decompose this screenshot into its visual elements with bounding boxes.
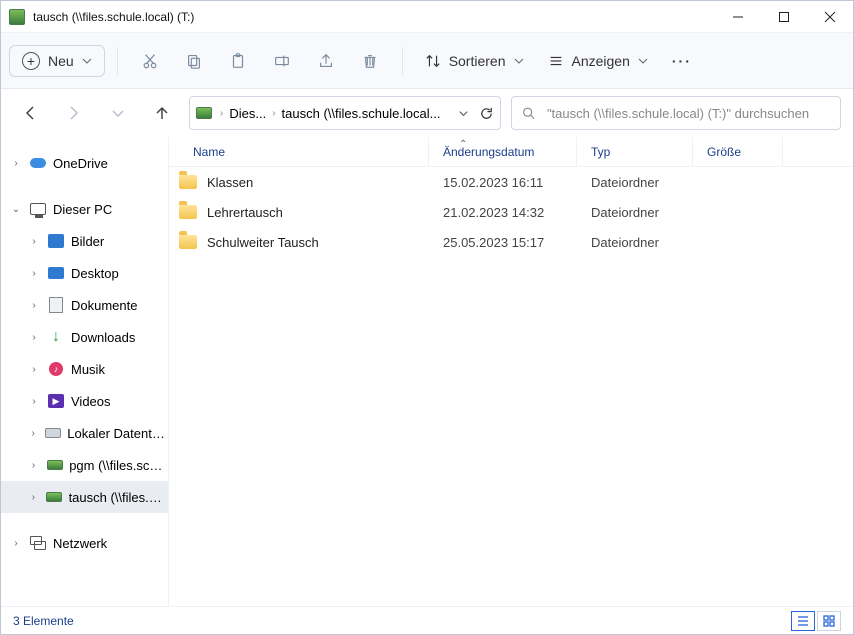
- table-row[interactable]: Lehrertausch 21.02.2023 14:32Dateiordner: [169, 197, 853, 227]
- separator: [402, 47, 403, 75]
- col-size[interactable]: Größe: [693, 137, 783, 166]
- new-label: Neu: [48, 53, 74, 69]
- icons-view-toggle[interactable]: [817, 611, 841, 631]
- more-button[interactable]: ···: [662, 47, 702, 75]
- folder-icon: [179, 205, 197, 219]
- details-view-toggle[interactable]: [791, 611, 815, 631]
- separator: [117, 47, 118, 75]
- col-name[interactable]: Name: [169, 137, 429, 166]
- file-date: 15.02.2023 16:11: [429, 175, 577, 190]
- tree-tausch[interactable]: ›tausch (\\files.schu: [1, 481, 168, 513]
- share-button[interactable]: [306, 43, 346, 79]
- file-name: Klassen: [207, 175, 253, 190]
- search-icon: [522, 106, 535, 120]
- file-content: Name Änderungsdatum Typ Größe ⌃ Klassen 1…: [169, 137, 853, 606]
- paste-button[interactable]: [218, 43, 258, 79]
- minimize-button[interactable]: [715, 1, 761, 33]
- rename-button[interactable]: [262, 43, 302, 79]
- main: ›OneDrive ⌄Dieser PC ›Bilder ›Desktop ›D…: [1, 137, 853, 606]
- chevron-right-icon: ›: [220, 108, 223, 119]
- plus-icon: +: [22, 52, 40, 70]
- tree-localdisk[interactable]: ›Lokaler Datenträger: [1, 417, 168, 449]
- nav-tree: ›OneDrive ⌄Dieser PC ›Bilder ›Desktop ›D…: [1, 137, 169, 606]
- recent-dropdown[interactable]: [101, 96, 135, 130]
- delete-button[interactable]: [350, 43, 390, 79]
- chevron-down-icon: [638, 56, 648, 66]
- forward-button[interactable]: [57, 96, 91, 130]
- file-date: 21.02.2023 14:32: [429, 205, 577, 220]
- sort-indicator-icon: ⌃: [459, 139, 467, 150]
- close-button[interactable]: [807, 1, 853, 33]
- file-date: 25.05.2023 15:17: [429, 235, 577, 250]
- maximize-button[interactable]: [761, 1, 807, 33]
- chevron-down-icon: [82, 56, 92, 66]
- chevron-down-icon[interactable]: [458, 108, 469, 119]
- tree-onedrive[interactable]: ›OneDrive: [1, 147, 168, 179]
- file-name: Schulweiter Tausch: [207, 235, 319, 250]
- tree-videos[interactable]: ›▶Videos: [1, 385, 168, 417]
- address-bar[interactable]: › Dies... › tausch (\\files.schule.local…: [189, 96, 501, 130]
- col-type[interactable]: Typ: [577, 137, 693, 166]
- nav-row: › Dies... › tausch (\\files.schule.local…: [1, 89, 853, 137]
- sort-icon: [425, 53, 441, 69]
- table-row[interactable]: Schulweiter Tausch 25.05.2023 15:17Dateio…: [169, 227, 853, 257]
- tree-documents[interactable]: ›Dokumente: [1, 289, 168, 321]
- view-button[interactable]: Anzeigen: [538, 47, 658, 75]
- new-button[interactable]: + Neu: [9, 45, 105, 77]
- drive-icon: [196, 107, 212, 119]
- window-title: tausch (\\files.schule.local) (T:): [33, 10, 194, 24]
- back-button[interactable]: [13, 96, 47, 130]
- folder-icon: [179, 235, 197, 249]
- up-button[interactable]: [145, 96, 179, 130]
- item-count: 3 Elemente: [13, 614, 74, 628]
- table-row[interactable]: Klassen 15.02.2023 16:11Dateiordner: [169, 167, 853, 197]
- toolbar: + Neu Sortieren Anzeigen ···: [1, 33, 853, 89]
- tree-downloads[interactable]: ›↓Downloads: [1, 321, 168, 353]
- refresh-icon[interactable]: [479, 106, 494, 121]
- status-bar: 3 Elemente: [1, 606, 853, 634]
- search-input[interactable]: [545, 105, 830, 122]
- tree-thispc[interactable]: ⌄Dieser PC: [1, 193, 168, 225]
- tree-pgm[interactable]: ›pgm (\\files.schule: [1, 449, 168, 481]
- file-rows: Klassen15.02.2023 16:11DateiordnerLehrer…: [169, 167, 853, 606]
- file-name: Lehrertausch: [207, 205, 283, 220]
- breadcrumb-root[interactable]: Dies...: [227, 104, 268, 123]
- app-icon: [9, 9, 25, 25]
- chevron-right-icon: ›: [272, 108, 275, 119]
- file-type: Dateiordner: [577, 205, 693, 220]
- search-box[interactable]: [511, 96, 841, 130]
- tree-pictures[interactable]: ›Bilder: [1, 225, 168, 257]
- tree-music[interactable]: ›♪Musik: [1, 353, 168, 385]
- sort-label: Sortieren: [449, 53, 506, 69]
- chevron-down-icon: [514, 56, 524, 66]
- folder-icon: [179, 175, 197, 189]
- col-date[interactable]: Änderungsdatum: [429, 137, 577, 166]
- cut-button[interactable]: [130, 43, 170, 79]
- view-icon: [548, 53, 564, 69]
- file-type: Dateiordner: [577, 175, 693, 190]
- titlebar: tausch (\\files.schule.local) (T:): [1, 1, 853, 33]
- sort-button[interactable]: Sortieren: [415, 47, 534, 75]
- file-type: Dateiordner: [577, 235, 693, 250]
- column-headers: Name Änderungsdatum Typ Größe ⌃: [169, 137, 853, 167]
- copy-button[interactable]: [174, 43, 214, 79]
- tree-desktop[interactable]: ›Desktop: [1, 257, 168, 289]
- tree-network[interactable]: ›Netzwerk: [1, 527, 168, 559]
- view-label: Anzeigen: [572, 53, 630, 69]
- breadcrumb-current[interactable]: tausch (\\files.schule.local...: [280, 104, 443, 123]
